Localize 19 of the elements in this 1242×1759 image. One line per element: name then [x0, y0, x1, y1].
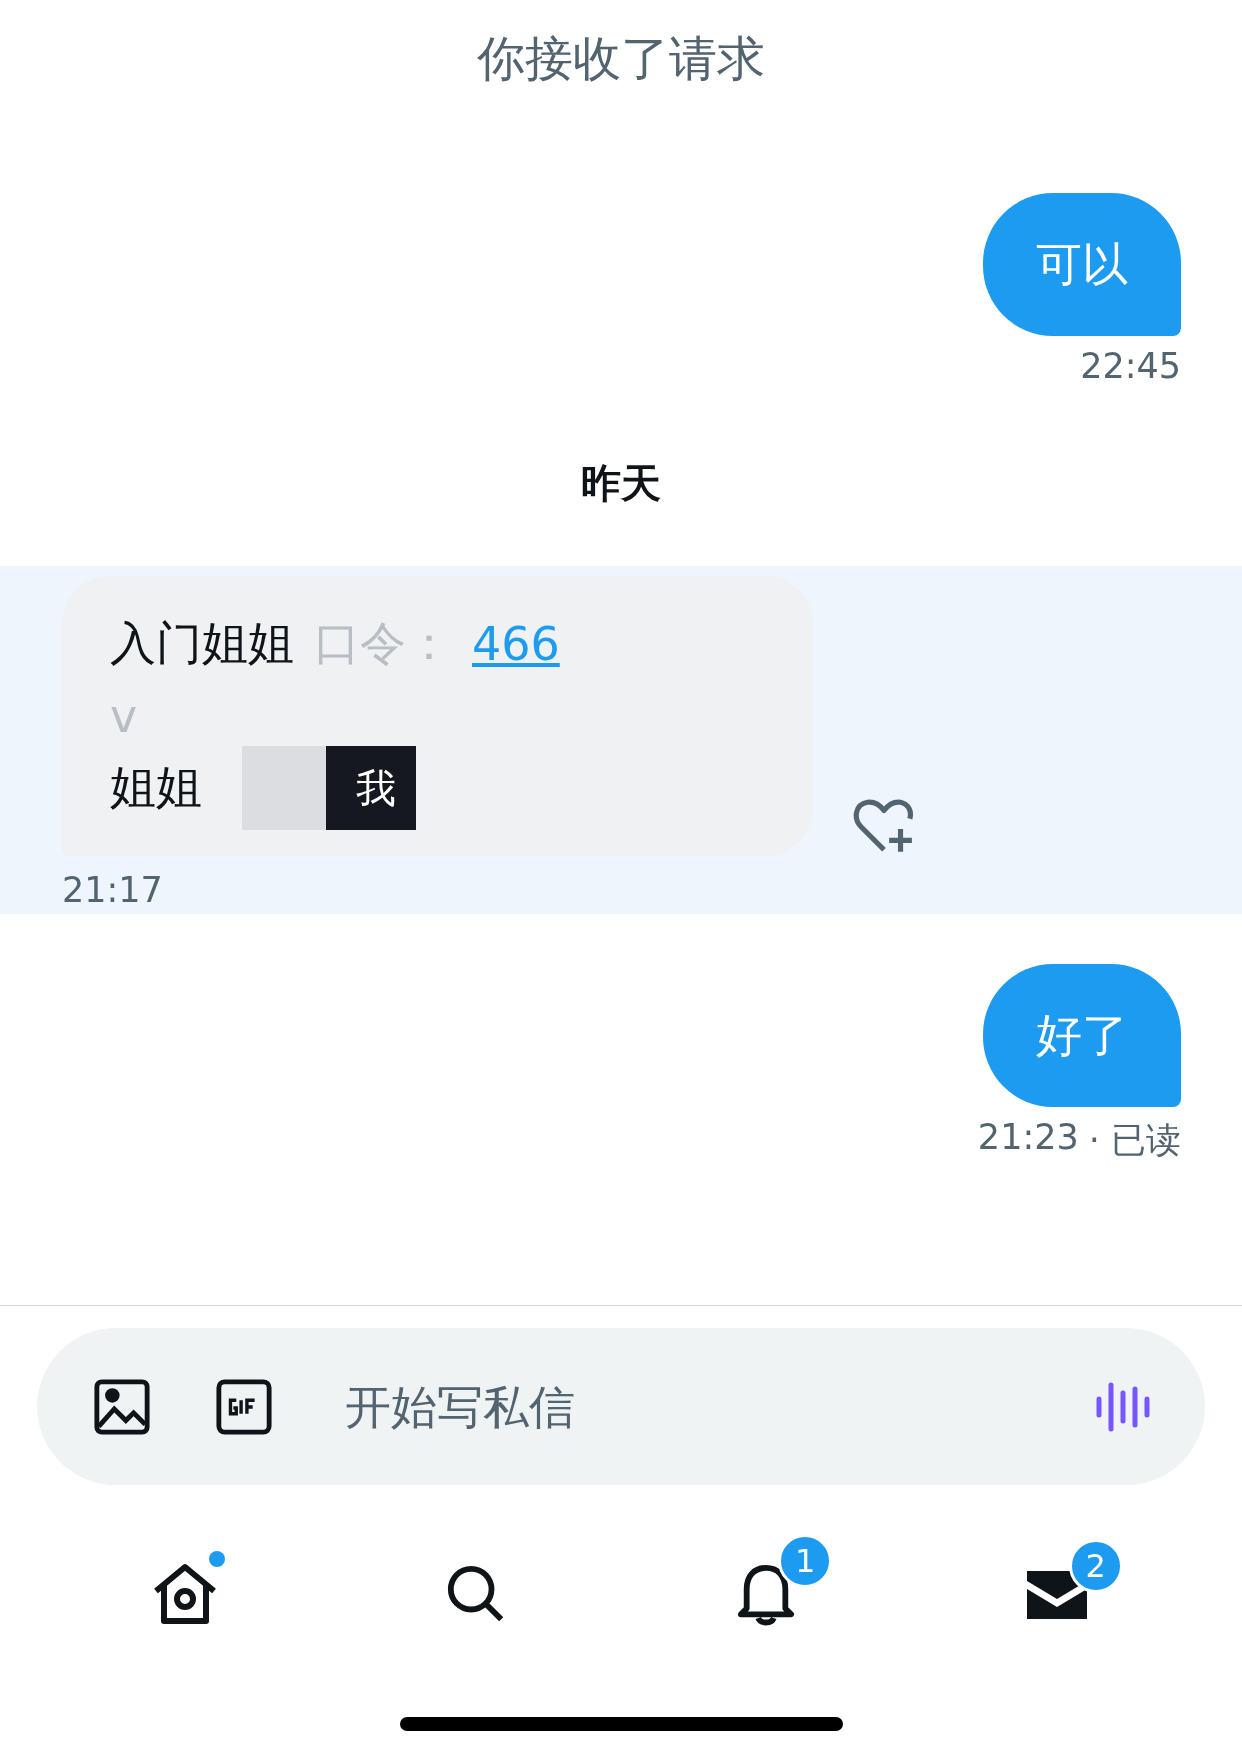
header-title: 你接收了请求	[477, 29, 765, 88]
message-field[interactable]: 开始写私信	[343, 1378, 1031, 1435]
message-bubble: 好了	[983, 964, 1181, 1107]
date-separator: 昨天	[581, 459, 661, 508]
message-text: 入门姐姐	[110, 615, 294, 672]
bell-icon[interactable]	[737, 1562, 796, 1626]
message-text: 我	[356, 763, 396, 813]
image-icon[interactable]	[93, 1377, 151, 1436]
message-text: 姐姐	[110, 759, 202, 816]
notification-dot	[209, 1551, 226, 1567]
message-time: 21:17	[62, 870, 164, 910]
count-badge: 2	[1068, 1539, 1123, 1593]
message-time: 22:45	[1080, 346, 1181, 386]
voice-wave-icon[interactable]	[1095, 1380, 1151, 1433]
message-time: 21:23	[977, 1117, 1079, 1159]
gif-icon[interactable]	[215, 1377, 273, 1436]
message-bubble: 可以	[983, 193, 1181, 336]
message-link[interactable]: 466	[472, 617, 560, 671]
read-status: · 已读	[1088, 1119, 1181, 1162]
